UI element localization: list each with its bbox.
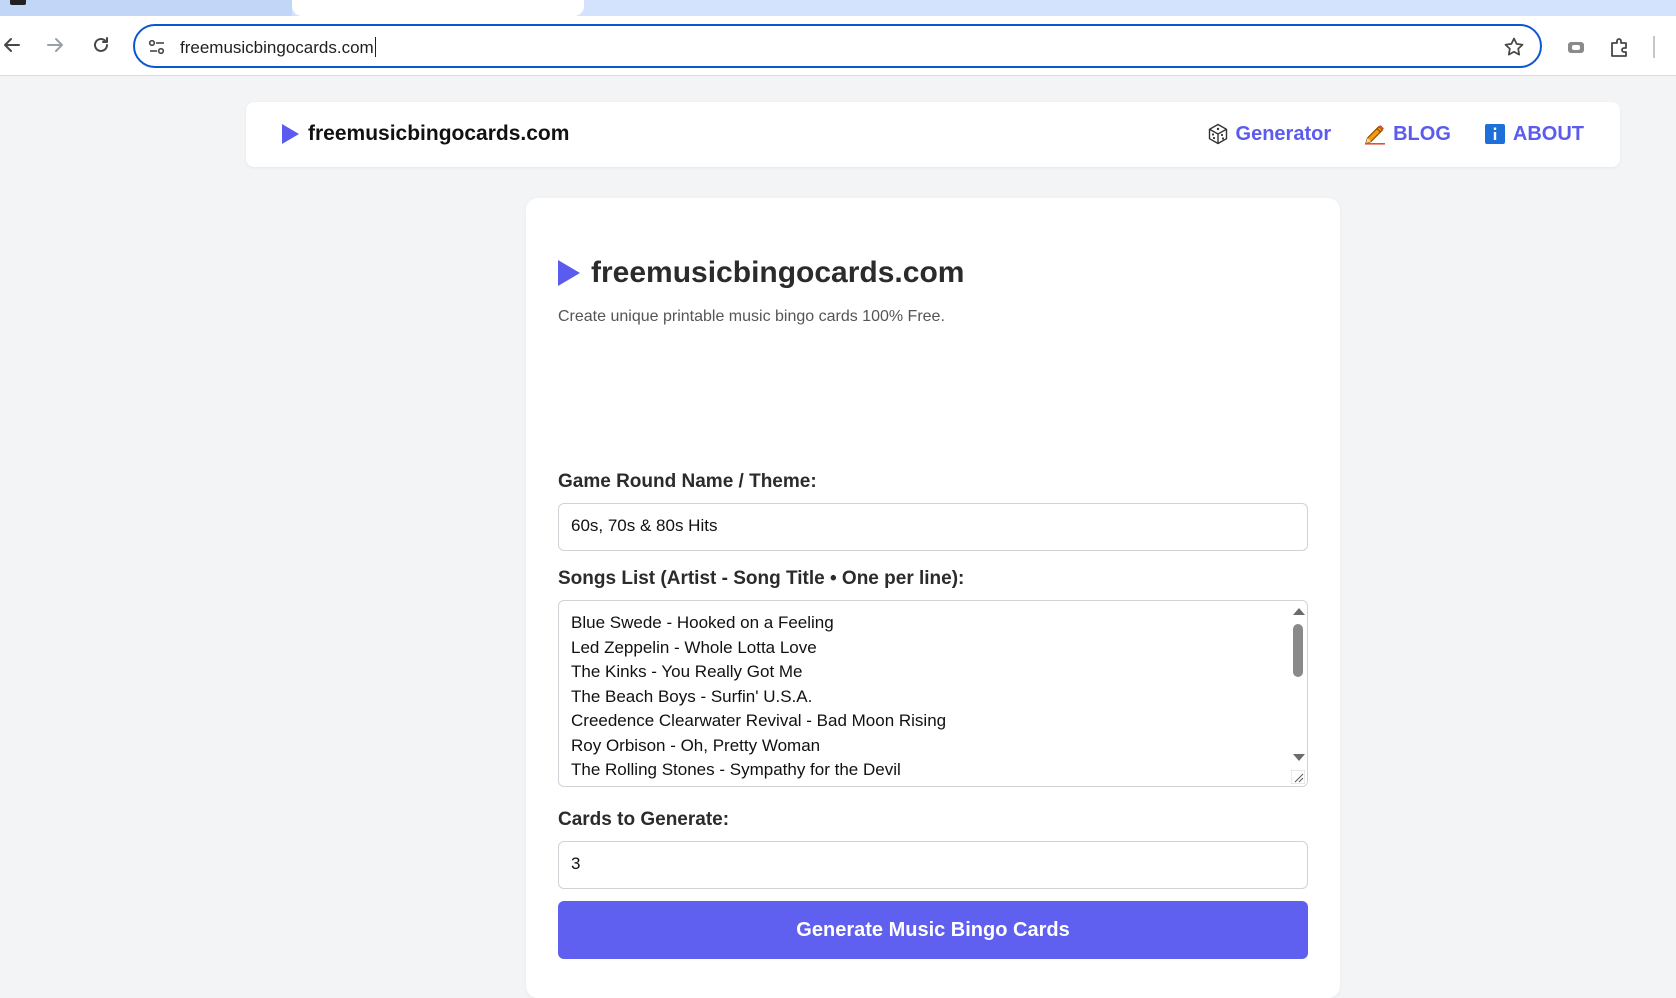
song-line: The Beach Boys - Surfin' U.S.A. — [571, 686, 813, 706]
song-line: Creedence Clearwater Revival - Bad Moon … — [571, 711, 947, 730]
play-icon — [282, 124, 299, 144]
nav-generator-label: Generator — [1235, 122, 1332, 145]
scroll-up-arrow-icon[interactable] — [1293, 608, 1305, 615]
url-text[interactable]: freemusicbingocards.com — [180, 37, 376, 58]
site-settings-icon[interactable] — [147, 37, 167, 57]
brand-name: freemusicbingocards.com — [308, 122, 570, 145]
pencil-icon — [1365, 125, 1386, 145]
browser-toolbar: freemusicbingocards.com — [0, 16, 1676, 76]
play-icon — [558, 260, 580, 286]
tab-strip — [0, 0, 1676, 16]
address-bar[interactable]: freemusicbingocards.com — [133, 24, 1542, 68]
nav-generator[interactable]: Generator — [1206, 122, 1332, 146]
song-line: The Rolling Stones - Sympathy for the De… — [571, 760, 901, 779]
bookmark-star-icon[interactable] — [1502, 35, 1526, 59]
generator-card: freemusicbingocards.com Create unique pr… — [526, 198, 1340, 998]
page-title: freemusicbingocards.com — [558, 256, 964, 290]
scroll-down-arrow-icon[interactable] — [1293, 754, 1305, 761]
nav-blog-label: BLOG — [1393, 122, 1451, 145]
nav-blog[interactable]: BLOG — [1363, 122, 1451, 146]
site-logo[interactable]: freemusicbingocards.com — [282, 122, 569, 146]
page-content: freemusicbingocards.com Generator BLOG A… — [0, 77, 1676, 998]
songs-list-textarea[interactable]: Blue Swede - Hooked on a Feeling Led Zep… — [558, 600, 1308, 787]
dice-icon — [1208, 123, 1227, 145]
nav-about[interactable]: ABOUT — [1483, 122, 1584, 146]
song-line: Blue Swede - Hooked on a Feeling — [571, 613, 834, 632]
cards-count-input[interactable]: 3 — [558, 841, 1308, 889]
song-line: Roy Orbison - Oh, Pretty Woman — [571, 735, 821, 755]
song-line: Led Zeppelin - Whole Lotta Love — [571, 637, 817, 657]
forward-arrow-icon[interactable] — [40, 30, 70, 60]
resize-grip-icon[interactable] — [1291, 770, 1305, 784]
songs-list-label: Songs List (Artist - Song Title • One pe… — [558, 568, 965, 589]
generate-cards-button[interactable]: Generate Music Bingo Cards — [558, 901, 1308, 959]
media-icon[interactable] — [1563, 34, 1589, 60]
text-caret — [374, 37, 376, 57]
site-header: freemusicbingocards.com Generator BLOG A… — [246, 102, 1620, 167]
site-nav: Generator BLOG ABOUT — [1174, 122, 1584, 146]
info-icon — [1484, 124, 1505, 144]
textarea-scrollbar[interactable] — [1289, 601, 1307, 786]
nav-about-label: ABOUT — [1512, 122, 1584, 145]
browser-tab-inactive[interactable] — [0, 0, 292, 16]
back-arrow-icon[interactable] — [0, 30, 27, 60]
toolbar-divider — [1653, 36, 1655, 58]
scrollbar-thumb[interactable] — [1293, 624, 1303, 677]
round-name-input[interactable]: 60s, 70s & 80s Hits — [558, 503, 1308, 551]
round-name-label: Game Round Name / Theme: — [558, 471, 817, 492]
songs-list: Blue Swede - Hooked on a Feeling Led Zep… — [571, 611, 946, 783]
tab-favicon-icon — [10, 0, 26, 5]
page-subtitle: Create unique printable music bingo card… — [558, 308, 945, 325]
browser-tab-active[interactable] — [292, 0, 584, 16]
extensions-puzzle-icon[interactable] — [1607, 34, 1633, 60]
page-title-text: freemusicbingocards.com — [591, 256, 965, 289]
cards-count-label: Cards to Generate: — [558, 809, 730, 830]
reload-icon[interactable] — [86, 30, 116, 60]
song-line: The Kinks - You Really Got Me — [571, 662, 803, 681]
